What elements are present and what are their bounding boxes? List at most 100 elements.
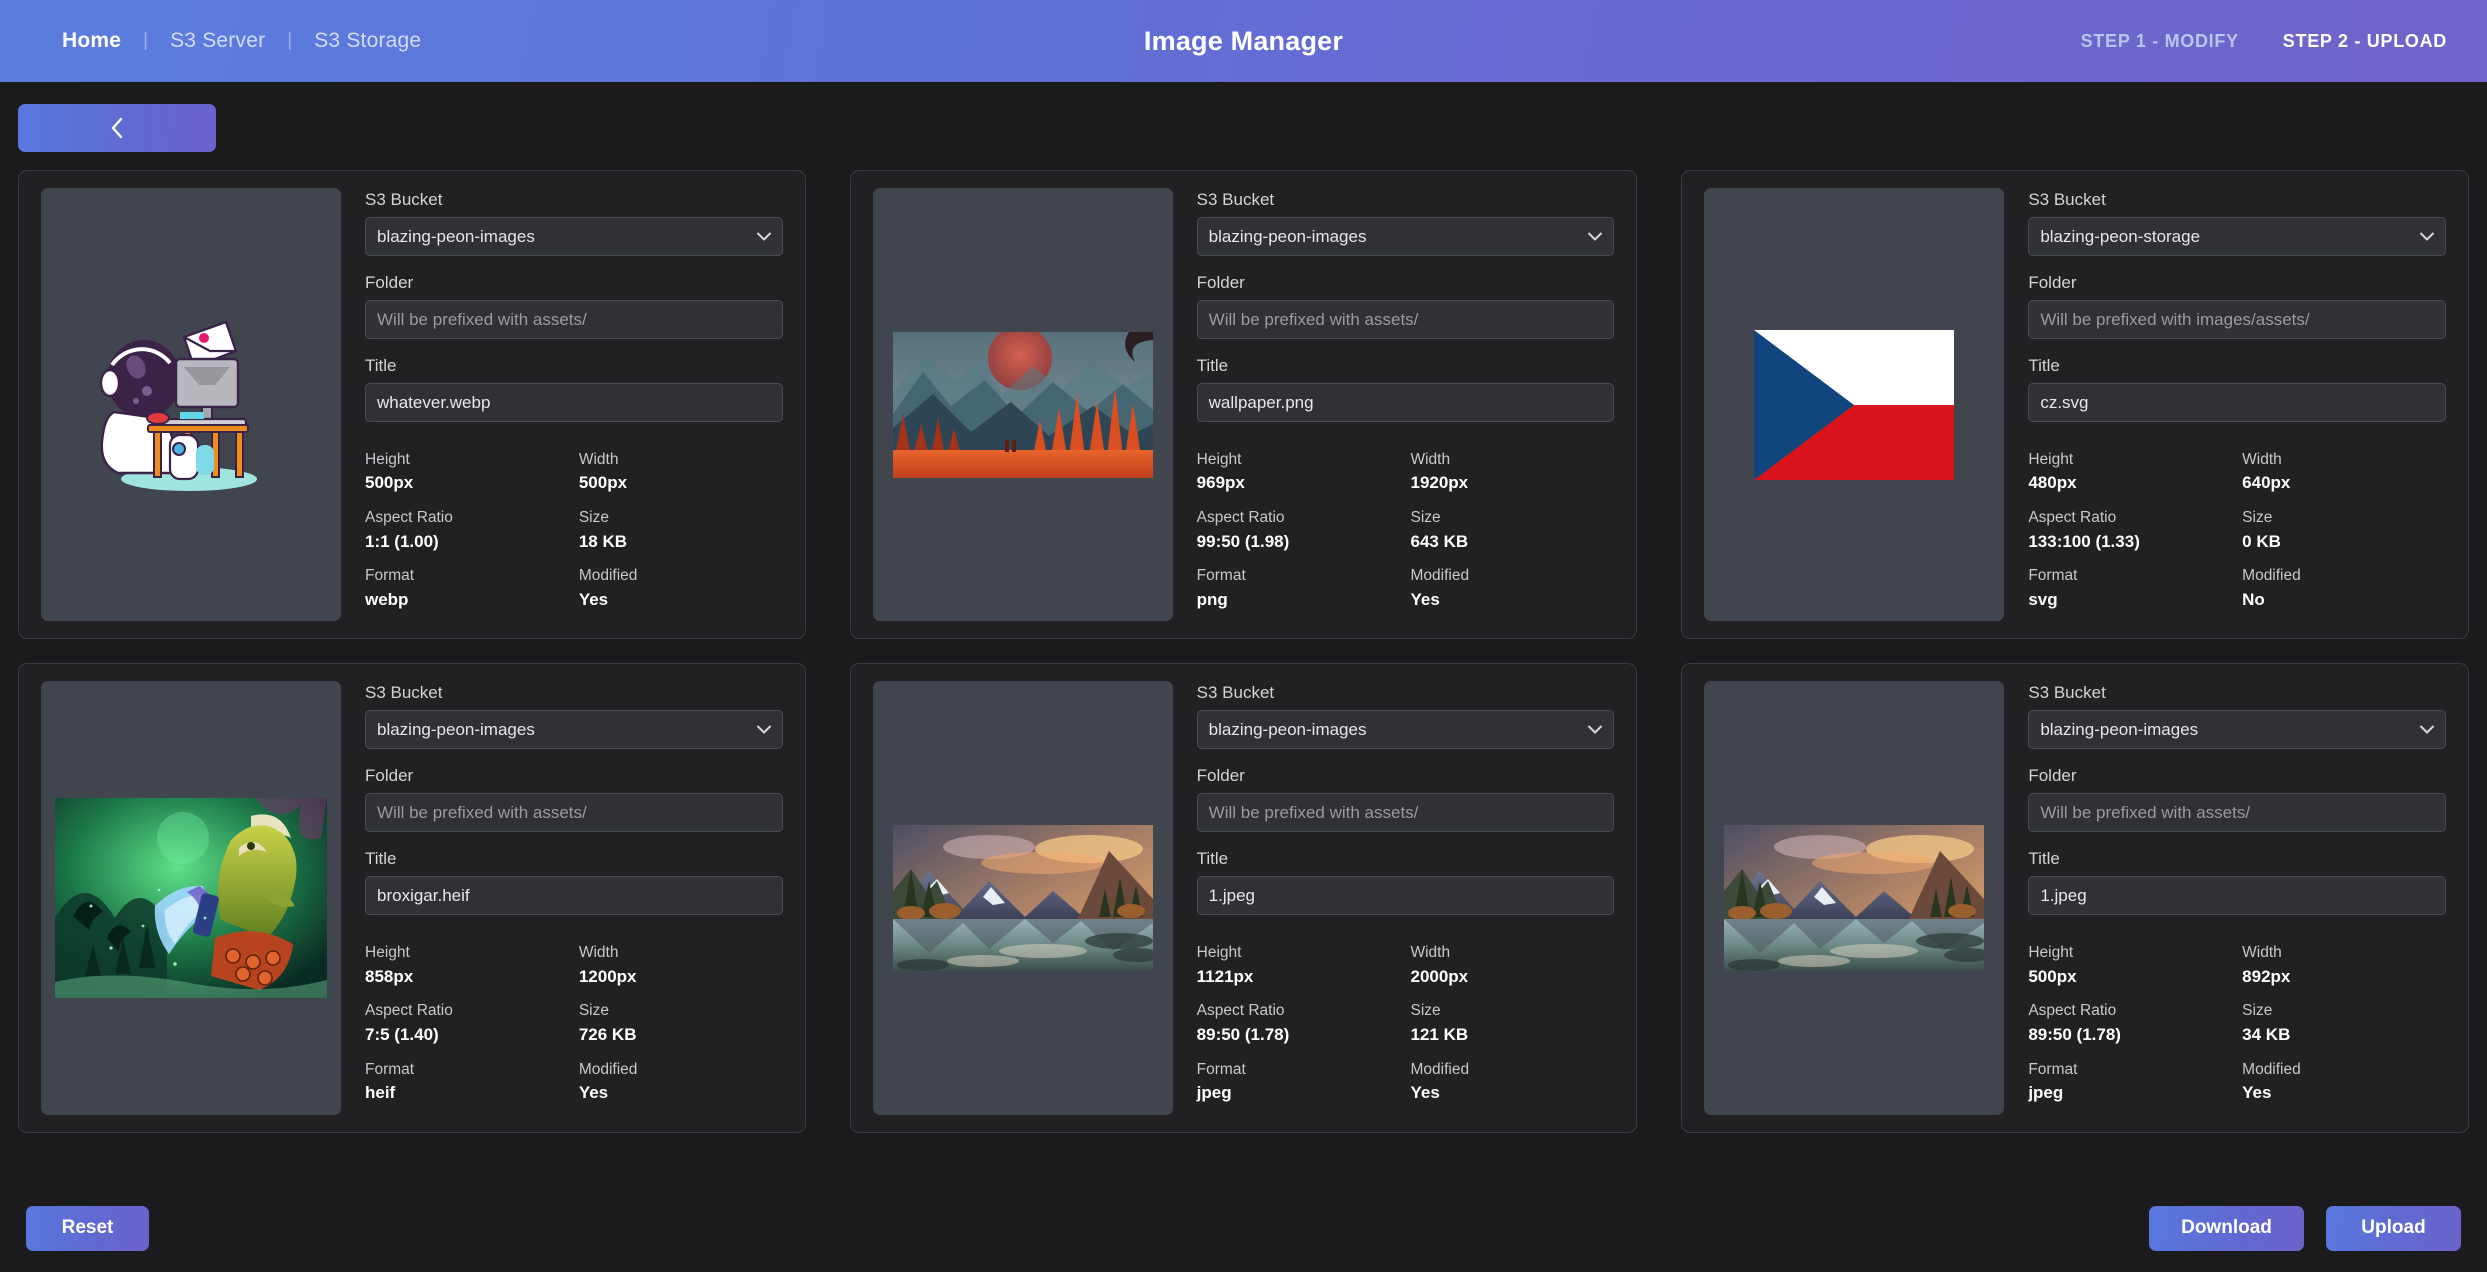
footer-right-actions: Download Upload: [2149, 1206, 2461, 1251]
bucket-select[interactable]: blazing-peon-imagesblazing-peon-storage: [2028, 710, 2446, 749]
bucket-select[interactable]: blazing-peon-imagesblazing-peon-storage: [2028, 217, 2446, 256]
nav-link-s3-server[interactable]: S3 Server: [148, 29, 287, 53]
size-label: Size: [2242, 507, 2446, 529]
modified-label: Modified: [579, 1059, 783, 1081]
height-label: Height: [365, 942, 569, 964]
title-label: Title: [2028, 356, 2446, 376]
size-value: 643 KB: [1410, 530, 1614, 555]
modified-value: Yes: [1410, 1081, 1614, 1106]
width-label: Width: [1410, 942, 1614, 964]
nav-separator: |: [287, 30, 292, 52]
modified-label: Modified: [2242, 565, 2446, 587]
title-input[interactable]: [1197, 383, 1615, 422]
meta-height: Height 1121px: [1197, 942, 1401, 989]
meta-width: Width 1920px: [1410, 449, 1614, 496]
folder-input[interactable]: [1197, 300, 1615, 339]
meta-format: Format jpeg: [2028, 1059, 2232, 1106]
meta-size: Size 0 KB: [2242, 507, 2446, 554]
step-1-modify[interactable]: STEP 1 - MODIFY: [2081, 31, 2239, 52]
title-input[interactable]: [2028, 876, 2446, 915]
meta-modified: Modified Yes: [1410, 1059, 1614, 1106]
meta-aspect-ratio: Aspect Ratio 89:50 (1.78): [1197, 1000, 1401, 1047]
meta-height: Height 500px: [2028, 942, 2232, 989]
title-input[interactable]: [365, 876, 783, 915]
title-label: Title: [1197, 849, 1615, 869]
width-label: Width: [2242, 942, 2446, 964]
modified-value: Yes: [2242, 1081, 2446, 1106]
image-upload-form: S3 Bucket blazing-peon-imagesblazing-peo…: [2028, 188, 2446, 621]
meta-height: Height 500px: [365, 449, 569, 496]
nav-link-home[interactable]: Home: [40, 29, 143, 53]
bucket-label: S3 Bucket: [1197, 190, 1615, 210]
meta-modified: Modified Yes: [1410, 565, 1614, 612]
title-input[interactable]: [365, 383, 783, 422]
bucket-select-wrap: blazing-peon-imagesblazing-peon-storage: [2028, 217, 2446, 256]
image-metadata: Height 969px Width 1920px Aspect Ratio 9…: [1197, 449, 1615, 621]
height-label: Height: [1197, 942, 1401, 964]
folder-input[interactable]: [2028, 300, 2446, 339]
folder-input[interactable]: [365, 300, 783, 339]
meta-modified: Modified No: [2242, 565, 2446, 612]
astronaut-desk-envelope-illustration: [84, 307, 299, 502]
image-thumbnail-panel: [41, 188, 341, 621]
bucket-label: S3 Bucket: [2028, 683, 2446, 703]
upload-button[interactable]: Upload: [2326, 1206, 2461, 1251]
modified-label: Modified: [1410, 565, 1614, 587]
step-2-upload[interactable]: STEP 2 - UPLOAD: [2283, 31, 2447, 52]
format-value: svg: [2028, 588, 2232, 613]
download-button[interactable]: Download: [2149, 1206, 2304, 1251]
meta-width: Width 2000px: [1410, 942, 1614, 989]
aspect-ratio-value: 1:1 (1.00): [365, 530, 569, 555]
width-value: 640px: [2242, 471, 2446, 496]
meta-format: Format png: [1197, 565, 1401, 612]
reset-button[interactable]: Reset: [26, 1206, 149, 1251]
modified-value: No: [2242, 588, 2446, 613]
back-button[interactable]: [18, 104, 216, 152]
title-label: Title: [1197, 356, 1615, 376]
height-value: 480px: [2028, 471, 2232, 496]
meta-modified: Modified Yes: [579, 565, 783, 612]
aspect-ratio-value: 89:50 (1.78): [1197, 1023, 1401, 1048]
width-label: Width: [579, 449, 783, 471]
bucket-select[interactable]: blazing-peon-imagesblazing-peon-storage: [365, 710, 783, 749]
height-value: 500px: [365, 471, 569, 496]
meta-aspect-ratio: Aspect Ratio 1:1 (1.00): [365, 507, 569, 554]
bucket-select-wrap: blazing-peon-imagesblazing-peon-storage: [365, 217, 783, 256]
image-thumbnail-panel: [873, 188, 1173, 621]
meta-height: Height 858px: [365, 942, 569, 989]
bucket-select[interactable]: blazing-peon-imagesblazing-peon-storage: [1197, 217, 1615, 256]
bucket-select[interactable]: blazing-peon-imagesblazing-peon-storage: [365, 217, 783, 256]
nav-link-s3-storage[interactable]: S3 Storage: [292, 29, 443, 53]
primary-nav: Home | S3 Server | S3 Storage: [40, 29, 443, 53]
height-label: Height: [2028, 449, 2232, 471]
meta-modified: Modified Yes: [2242, 1059, 2446, 1106]
height-label: Height: [2028, 942, 2232, 964]
format-label: Format: [2028, 565, 2232, 587]
bucket-label: S3 Bucket: [2028, 190, 2446, 210]
aspect-ratio-label: Aspect Ratio: [365, 507, 569, 529]
image-metadata: Height 480px Width 640px Aspect Ratio 13…: [2028, 449, 2446, 621]
folder-label: Folder: [1197, 273, 1615, 293]
modified-label: Modified: [2242, 1059, 2446, 1081]
title-label: Title: [2028, 849, 2446, 869]
title-input[interactable]: [1197, 876, 1615, 915]
meta-aspect-ratio: Aspect Ratio 7:5 (1.40): [365, 1000, 569, 1047]
title-label: Title: [365, 849, 783, 869]
format-value: webp: [365, 588, 569, 613]
back-button-bar: [0, 82, 2487, 152]
meta-width: Width 640px: [2242, 449, 2446, 496]
image-thumbnail-panel: [1704, 188, 2004, 621]
image-metadata: Height 1121px Width 2000px Aspect Ratio …: [1197, 942, 1615, 1114]
meta-modified: Modified Yes: [579, 1059, 783, 1106]
aspect-ratio-value: 99:50 (1.98): [1197, 530, 1401, 555]
bucket-label: S3 Bucket: [365, 190, 783, 210]
folder-input[interactable]: [365, 793, 783, 832]
folder-input[interactable]: [2028, 793, 2446, 832]
bucket-label: S3 Bucket: [1197, 683, 1615, 703]
folder-input[interactable]: [1197, 793, 1615, 832]
width-value: 1920px: [1410, 471, 1614, 496]
size-label: Size: [1410, 507, 1614, 529]
title-input[interactable]: [2028, 383, 2446, 422]
image-upload-form: S3 Bucket blazing-peon-imagesblazing-peo…: [1197, 188, 1615, 621]
bucket-select[interactable]: blazing-peon-imagesblazing-peon-storage: [1197, 710, 1615, 749]
